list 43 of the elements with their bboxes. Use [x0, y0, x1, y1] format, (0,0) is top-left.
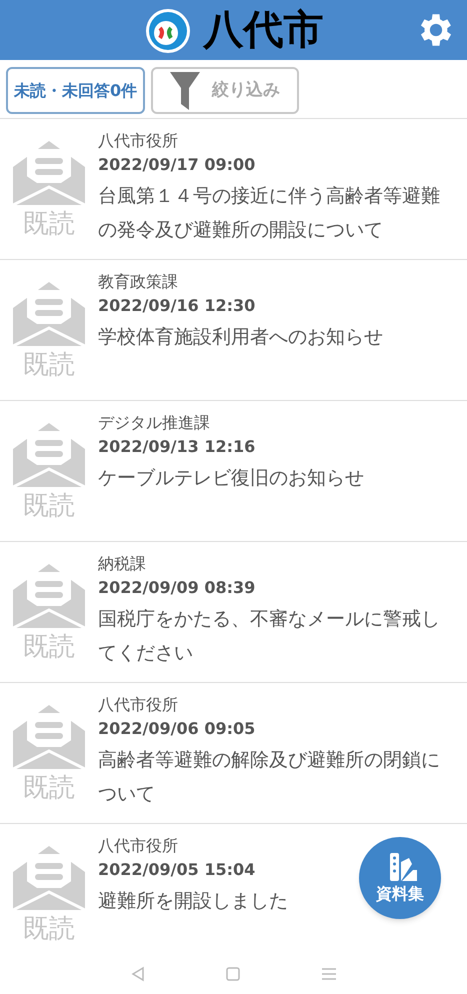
- message-date: 2022/09/16 12:30: [98, 295, 256, 317]
- message-subject: 学校体育施設利用者へのお知らせ: [98, 325, 383, 350]
- sender-name: 八代市役所: [98, 835, 178, 857]
- open-envelope-icon: [13, 423, 85, 487]
- message-row[interactable]: 既読 教育政策課 2022/09/16 12:30 学校体育施設利用者へのお知らせ: [0, 260, 467, 401]
- message-subject: ケーブルテレビ復旧のお知らせ: [98, 466, 364, 491]
- message-subject: 台風第１４号の接近に伴う高齢者等避難の発令及び避難所の開設について: [98, 184, 440, 243]
- home-icon[interactable]: [225, 966, 242, 982]
- read-status: 既読: [23, 775, 75, 801]
- open-envelope-icon: [13, 564, 85, 628]
- message-date: 2022/09/09 08:39: [98, 577, 256, 599]
- sender-name: 納税課: [98, 553, 146, 575]
- read-status: 既読: [23, 493, 75, 519]
- unread-filter-button[interactable]: 未読・未回答0件: [6, 67, 146, 114]
- message-date: 2022/09/13 12:16: [98, 436, 256, 458]
- message-row[interactable]: 既読 八代市役所 2022/09/06 09:05 高齢者等避難の解除及び避難所の閉鎖について: [0, 683, 467, 824]
- menu-icon[interactable]: [321, 967, 338, 981]
- open-envelope-icon: [13, 282, 85, 346]
- message-date: 2022/09/05 15:04: [98, 859, 256, 881]
- message-date: 2022/09/06 09:05: [98, 718, 256, 740]
- sender-name: 教育政策課: [98, 271, 178, 293]
- read-status: 既読: [23, 634, 75, 660]
- city-logo-icon: [144, 6, 192, 54]
- open-envelope-icon: [13, 846, 85, 910]
- read-status: 既読: [23, 211, 75, 237]
- app-title: 八代市: [204, 10, 324, 50]
- message-subject: 高齢者等避難の解除及び避難所の閉鎖について: [98, 748, 440, 807]
- funnel-icon: [170, 72, 200, 110]
- message-row[interactable]: 既読 納税課 2022/09/09 08:39 国税庁をかたる、不審なメールに警戒してください: [0, 542, 467, 683]
- open-envelope-icon: [13, 705, 85, 769]
- read-status: 既読: [23, 352, 75, 378]
- sender-name: 八代市役所: [98, 130, 178, 152]
- message-subject: 避難所を開設しました: [98, 889, 288, 914]
- message-row[interactable]: 既読 デジタル推進課 2022/09/13 12:16 ケーブルテレビ復旧のお知らせ: [0, 401, 467, 542]
- read-status: 既読: [23, 916, 75, 942]
- documents-button[interactable]: 資料集: [359, 837, 441, 919]
- sender-name: 八代市役所: [98, 694, 178, 716]
- message-date: 2022/09/17 09:00: [98, 154, 256, 176]
- message-subject: 国税庁をかたる、不審なメールに警戒してください: [98, 607, 440, 666]
- message-row[interactable]: 既読 八代市役所 2022/09/17 09:00 台風第１４号の接近に伴う高齢者等避難の発令及び避難所の開設について: [0, 119, 467, 260]
- open-envelope-icon: [13, 141, 85, 205]
- back-icon[interactable]: [130, 966, 146, 982]
- sender-name: デジタル推進課: [98, 412, 210, 434]
